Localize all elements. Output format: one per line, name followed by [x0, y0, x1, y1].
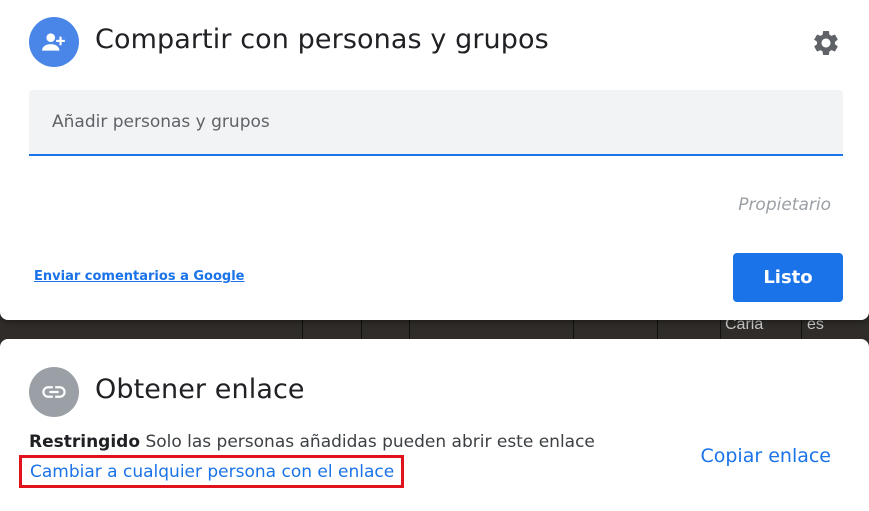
link-access-description: Restringido Solo las personas añadidas p…: [29, 432, 595, 452]
share-dialog: Compartir con personas y grupos Propieta…: [0, 0, 869, 320]
restricted-description: Solo las personas añadidas pueden abrir …: [145, 432, 595, 452]
owner-role-label: Propietario: [738, 195, 831, 215]
get-link-panel: Obtener enlace Restringido Solo las pers…: [0, 339, 869, 511]
background-grid-line: [409, 318, 410, 340]
change-link-highlight: Cambiar a cualquier persona con el enlac…: [19, 455, 404, 488]
link-icon: [29, 367, 79, 417]
restricted-label: Restringido: [29, 432, 141, 452]
get-link-title: Obtener enlace: [95, 374, 305, 405]
background-grid-line: [573, 318, 574, 340]
copy-link-button[interactable]: Copiar enlace: [700, 445, 831, 467]
gear-icon[interactable]: [809, 26, 843, 60]
background-grid-line: [302, 318, 303, 340]
change-link-access-link[interactable]: Cambiar a cualquier persona con el enlac…: [30, 462, 394, 482]
background-grid-line: [361, 318, 362, 340]
done-button[interactable]: Listo: [733, 253, 843, 302]
background-grid-line: [657, 318, 658, 340]
background-grid-line: [801, 318, 802, 340]
feedback-link[interactable]: Enviar comentarios a Google: [34, 269, 245, 284]
background-grid-line: [720, 318, 721, 340]
share-dialog-title: Compartir con personas y grupos: [95, 24, 549, 55]
person-add-icon: [29, 17, 79, 67]
add-people-input[interactable]: [29, 90, 843, 154]
add-people-field[interactable]: [29, 90, 843, 156]
